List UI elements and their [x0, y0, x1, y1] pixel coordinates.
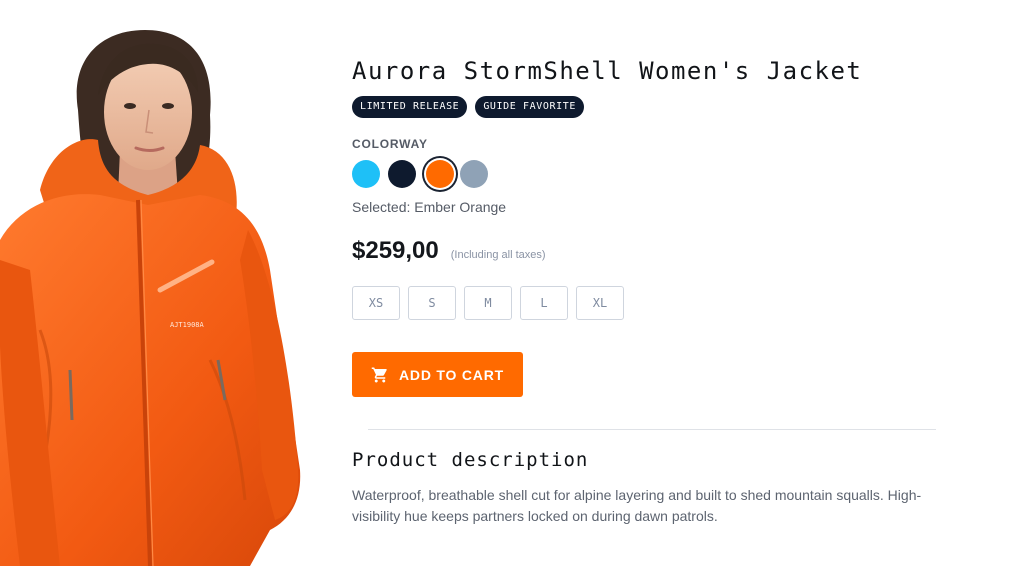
product-image: AJT1908A: [0, 0, 330, 566]
size-selector: XS S M L XL: [352, 286, 624, 320]
badge-guide-favorite: GUIDE FAVORITE: [475, 96, 584, 118]
size-l[interactable]: L: [520, 286, 568, 320]
cart-icon: [371, 367, 387, 382]
product-photo-illustration: AJT1908A: [0, 30, 301, 566]
jacket-logo-text: AJT1908A: [170, 321, 205, 329]
swatch-sky-blue[interactable]: [352, 160, 380, 188]
size-xs[interactable]: XS: [352, 286, 400, 320]
selected-colorway-text: Selected: Ember Orange: [352, 199, 507, 215]
description-title: Product description: [352, 449, 589, 471]
price-row: $259,00 (Including all taxes): [352, 237, 546, 265]
badge-limited-release: LIMITED RELEASE: [352, 96, 468, 118]
description-text: Waterproof, breathable shell cut for alp…: [352, 487, 922, 524]
add-to-cart-label: ADD TO CART: [399, 366, 504, 383]
add-to-cart-button[interactable]: ADD TO CART: [352, 352, 523, 397]
colorway-label: COLORWAY: [352, 137, 428, 151]
swatch-slate[interactable]: [460, 160, 488, 188]
price: $259,00: [352, 237, 439, 264]
colorway-swatches: [352, 160, 488, 188]
size-xl[interactable]: XL: [576, 286, 624, 320]
size-s[interactable]: S: [408, 286, 456, 320]
product-title: Aurora StormShell Women's Jacket: [352, 57, 863, 85]
badge-group: LIMITED RELEASE GUIDE FAVORITE: [352, 96, 584, 118]
section-divider: [368, 429, 936, 430]
size-m[interactable]: M: [464, 286, 512, 320]
tax-note: (Including all taxes): [450, 249, 546, 261]
swatch-ember-orange[interactable]: [426, 160, 454, 188]
swatch-midnight[interactable]: [388, 160, 416, 188]
